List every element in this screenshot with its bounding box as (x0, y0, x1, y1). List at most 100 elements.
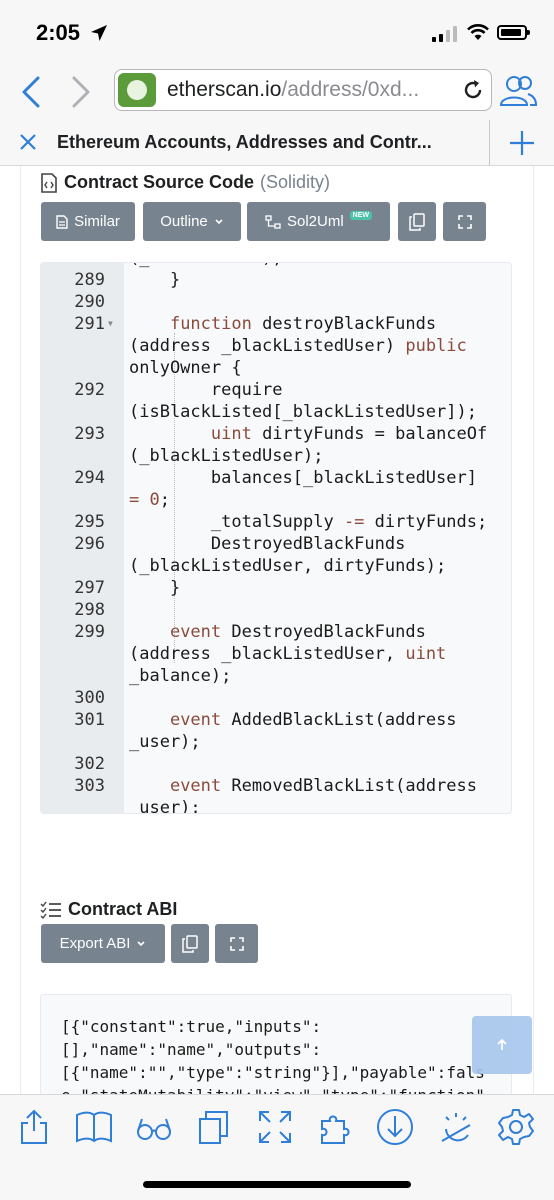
back-arrow-icon[interactable] (14, 72, 50, 112)
code-line: 294 balances[_blackListedUser] (41, 467, 511, 489)
battery-icon (497, 25, 530, 40)
code-text: (address _blackListedUser, uint (129, 644, 447, 664)
code-line: onlyOwner { (41, 357, 511, 379)
source-code-title: Contract Source Code (64, 172, 255, 192)
line-number: 302 (74, 754, 105, 774)
code-line: 289 } (41, 269, 511, 291)
code-line: (_blackListedUser); (41, 445, 511, 467)
fold-toggle-icon[interactable]: ▼ (108, 313, 113, 335)
code-line: _user); (41, 731, 511, 753)
bookmarks-icon[interactable] (74, 1107, 114, 1147)
code-line: (address _blackListedUser, uint (41, 643, 511, 665)
home-indicator (143, 1181, 411, 1188)
code-text: (address _blackListedUser) public (129, 336, 467, 356)
expand-abi-button[interactable] (215, 924, 258, 963)
fullscreen-icon (229, 936, 244, 951)
night-mode-icon[interactable] (436, 1107, 476, 1147)
line-number: 299 (74, 622, 105, 642)
profile-icon[interactable] (498, 74, 538, 108)
copy-abi-button[interactable] (171, 924, 209, 963)
code-line: (address _blackListedUser) public (41, 335, 511, 357)
tab-divider (489, 120, 490, 166)
code-text: (_clearedUser); (129, 263, 283, 269)
line-number: 300 (74, 688, 105, 708)
share-icon[interactable] (14, 1107, 54, 1147)
reader-glasses-icon[interactable] (134, 1107, 174, 1147)
new-tab-icon[interactable] (508, 129, 536, 157)
url-text: etherscan.io/address/0xd... (167, 78, 420, 101)
tab-bar: Ethereum Accounts, Addresses and Contr..… (0, 120, 554, 166)
code-line: _user); (41, 797, 511, 814)
sol2uml-button[interactable]: Sol2Uml NEW (247, 202, 390, 241)
checklist-icon (40, 901, 61, 919)
tab-title[interactable]: Ethereum Accounts, Addresses and Contr..… (57, 132, 432, 153)
source-code-editor[interactable]: (_clearedUser);289 }290291▼ function des… (40, 262, 512, 814)
code-line: 302 (41, 753, 511, 775)
line-number: 292 (74, 380, 105, 400)
site-favicon-icon (118, 73, 156, 107)
code-line: 296 DestroyedBlackFunds (41, 533, 511, 555)
code-line: 297 } (41, 577, 511, 599)
settings-gear-icon[interactable] (496, 1107, 536, 1147)
code-text: DestroyedBlackFunds (129, 534, 406, 554)
code-text: event RemovedBlackList(address (169, 776, 478, 796)
status-bar: 2:05 (0, 0, 554, 64)
fullscreen-icon (457, 214, 472, 229)
code-line: 301 event AddedBlackList(address (41, 709, 511, 731)
code-text: (isBlackListed[_blackListedUser]); (129, 402, 477, 422)
line-number: 296 (74, 534, 105, 554)
export-abi-button[interactable]: Export ABI (41, 924, 165, 963)
status-time: 2:05 (36, 20, 81, 45)
source-language: (Solidity) (260, 172, 331, 192)
code-line: 292 require (41, 379, 511, 401)
fullscreen-toggle-icon[interactable] (255, 1107, 295, 1147)
code-text: (_blackListedUser); (129, 446, 324, 466)
reload-icon[interactable] (461, 78, 485, 102)
code-line: 291 ▼ function destroyBlackFunds (41, 313, 511, 335)
code-line: 290 (41, 291, 511, 313)
file-icon (56, 214, 68, 229)
code-line: (_clearedUser); (41, 263, 511, 269)
arrow-up-icon (497, 1038, 507, 1050)
expand-source-button[interactable] (443, 202, 486, 241)
forward-arrow-icon[interactable] (62, 72, 98, 112)
code-line: _balance); (41, 665, 511, 687)
code-text: = 0; (129, 490, 170, 510)
url-field[interactable]: etherscan.io/address/0xd... (114, 69, 492, 111)
chevron-down-icon (137, 940, 146, 946)
code-line: 298 (41, 599, 511, 621)
close-tab-icon[interactable] (18, 132, 38, 152)
extensions-puzzle-icon[interactable] (316, 1107, 356, 1147)
code-text: _user); (129, 798, 201, 814)
line-number: 290 (74, 292, 105, 312)
tabs-icon[interactable] (194, 1107, 234, 1147)
contract-abi-heading: Contract ABI (40, 899, 177, 920)
code-text: balances[_blackListedUser] (129, 468, 477, 488)
code-text: onlyOwner { (129, 358, 242, 378)
copy-icon (409, 212, 425, 231)
code-line: 293 uint dirtyFunds = balanceOf (41, 423, 511, 445)
contract-abi-title: Contract ABI (68, 899, 178, 919)
code-lines: (_clearedUser);289 }290291▼ function des… (41, 263, 511, 814)
code-text: (_blackListedUser, dirtyFunds); (129, 556, 447, 576)
abi-textarea[interactable]: [{"constant":true,"inputs": [],"name":"n… (40, 994, 512, 1094)
code-line: 299 event DestroyedBlackFunds (41, 621, 511, 643)
code-text: uint dirtyFunds = balanceOf (210, 424, 488, 444)
line-number: 293 (74, 424, 105, 444)
similar-button[interactable]: Similar (41, 202, 135, 241)
code-text: } (129, 270, 181, 290)
code-line: 300 (41, 687, 511, 709)
code-line: 303 event RemovedBlackList(address (41, 775, 511, 797)
code-text: event DestroyedBlackFunds (169, 622, 426, 642)
outline-button[interactable]: Outline (143, 202, 241, 241)
download-icon[interactable] (375, 1107, 415, 1147)
copy-source-button[interactable] (398, 202, 436, 241)
code-line: (_blackListedUser, dirtyFunds); (41, 555, 511, 577)
page-content: Contract Source Code (Solidity) Similar … (0, 166, 554, 1094)
browser-toolbar (0, 1094, 554, 1200)
code-text: } (129, 578, 181, 598)
line-number: 295 (74, 512, 105, 532)
line-number: 291 (74, 314, 105, 334)
scroll-to-top-button[interactable] (472, 1016, 532, 1074)
code-line: (isBlackListed[_blackListedUser]); (41, 401, 511, 423)
